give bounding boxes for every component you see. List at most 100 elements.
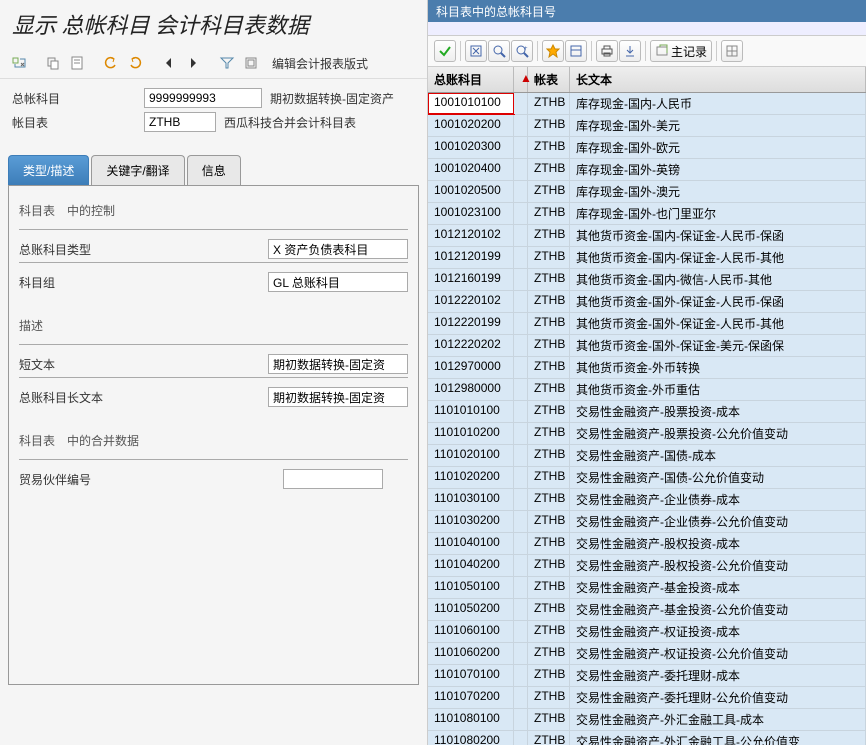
long-input[interactable] bbox=[268, 387, 408, 407]
table-row[interactable]: 1101080200ZTHB交易性金融资产-外汇金融工具-公允价值变 bbox=[428, 731, 866, 745]
cell-chart: ZTHB bbox=[528, 577, 570, 598]
table-row[interactable]: 1012120102ZTHB其他货币资金-国内-保证金-人民币-保函 bbox=[428, 225, 866, 247]
cell-chart: ZTHB bbox=[528, 511, 570, 532]
header-chart[interactable]: 帐表 bbox=[528, 67, 570, 92]
chart-label: 帐目表 bbox=[12, 114, 144, 131]
table-row[interactable]: 1001020300ZTHB库存现金-国外-欧元 bbox=[428, 137, 866, 159]
header-account[interactable]: 总账科目 bbox=[428, 67, 514, 92]
prev-icon[interactable] bbox=[158, 52, 180, 74]
cell-chart: ZTHB bbox=[528, 203, 570, 224]
cell-text: 交易性金融资产-基金投资-公允价值变动 bbox=[570, 599, 866, 620]
table-row[interactable]: 1101060100ZTHB交易性金融资产-权证投资-成本 bbox=[428, 621, 866, 643]
right-toolbar: + 主记录 bbox=[428, 36, 866, 67]
cell-account: 1101060100 bbox=[428, 621, 514, 642]
table-row[interactable]: 1001010100ZTHB库存现金-国内-人民币 bbox=[428, 93, 866, 115]
filter-icon[interactable] bbox=[216, 52, 238, 74]
table-row[interactable]: 1101060200ZTHB交易性金融资产-权证投资-公允价值变动 bbox=[428, 643, 866, 665]
cell-account: 1101070100 bbox=[428, 665, 514, 686]
table-row[interactable]: 1101030100ZTHB交易性金融资产-企业债券-成本 bbox=[428, 489, 866, 511]
table-row[interactable]: 1012220102ZTHB其他货币资金-国外-保证金-人民币-保函 bbox=[428, 291, 866, 313]
toggle-display-icon[interactable] bbox=[8, 52, 30, 74]
table-row[interactable]: 1101050100ZTHB交易性金融资产-基金投资-成本 bbox=[428, 577, 866, 599]
table-row[interactable]: 1001020400ZTHB库存现金-国外-英镑 bbox=[428, 159, 866, 181]
table-row[interactable]: 1012160199 ZTHB其他货币资金-国内-微信-人民币-其他 bbox=[428, 269, 866, 291]
cell-text: 交易性金融资产-股票投资-成本 bbox=[570, 401, 866, 422]
cell-chart: ZTHB bbox=[528, 335, 570, 356]
redo-icon[interactable] bbox=[124, 52, 146, 74]
cell-account: 1012220199 bbox=[428, 313, 514, 334]
cell-account: 1001020500 bbox=[428, 181, 514, 202]
toolbar-link[interactable]: 编辑会计报表版式 bbox=[272, 55, 368, 72]
partner-label: 贸易伙伴编号 bbox=[19, 471, 283, 488]
cell-text: 库存现金-国外-也门里亚尔 bbox=[570, 203, 866, 224]
table-row[interactable]: 1001020500ZTHB库存现金-国外-澳元 bbox=[428, 181, 866, 203]
table-row[interactable]: 1012220202ZTHB其他货币资金-国外-保证金-美元-保函保 bbox=[428, 335, 866, 357]
cell-chart: ZTHB bbox=[528, 247, 570, 268]
settings-icon[interactable] bbox=[240, 52, 262, 74]
short-input[interactable] bbox=[268, 354, 408, 374]
table-row[interactable]: 1101020100ZTHB交易性金融资产-国债-成本 bbox=[428, 445, 866, 467]
cell-account: 1001010100 bbox=[428, 93, 514, 114]
check-icon[interactable] bbox=[434, 40, 456, 62]
cell-account: 1101050200 bbox=[428, 599, 514, 620]
partner-input[interactable] bbox=[283, 469, 383, 489]
find-next-icon[interactable]: + bbox=[511, 40, 533, 62]
chart-input[interactable] bbox=[144, 112, 216, 132]
undo-icon[interactable] bbox=[100, 52, 122, 74]
table-row[interactable]: 1101010200ZTHB交易性金融资产-股票投资-公允价值变动 bbox=[428, 423, 866, 445]
table-row[interactable]: 1012970000ZTHB其他货币资金-外币转换 bbox=[428, 357, 866, 379]
layout-icon[interactable] bbox=[565, 40, 587, 62]
table-row[interactable]: 1101040200ZTHB交易性金融资产-股权投资-公允价值变动 bbox=[428, 555, 866, 577]
table-row[interactable]: 1101010100ZTHB交易性金融资产-股票投资-成本 bbox=[428, 401, 866, 423]
grid[interactable]: 总账科目 ▲ 帐表 长文本 1001010100ZTHB库存现金-国内-人民币1… bbox=[428, 67, 866, 745]
print-icon[interactable] bbox=[596, 40, 618, 62]
tab-type-desc[interactable]: 类型/描述 bbox=[8, 155, 89, 185]
cell-text: 交易性金融资产-股权投资-公允价值变动 bbox=[570, 555, 866, 576]
find-icon[interactable] bbox=[488, 40, 510, 62]
cell-text: 其他货币资金-国内-微信-人民币-其他 bbox=[570, 269, 866, 290]
header-text[interactable]: 长文本 bbox=[570, 67, 866, 92]
right-header: 科目表中的总帐科目号 bbox=[428, 0, 866, 22]
cell-account: 1012220102 bbox=[428, 291, 514, 312]
right-titlebar bbox=[428, 22, 866, 36]
table-row[interactable]: 1012220199ZTHB其他货币资金-国外-保证金-人民币-其他 bbox=[428, 313, 866, 335]
sort-indicator-icon[interactable]: ▲ bbox=[514, 67, 528, 92]
cell-account: 1101040100 bbox=[428, 533, 514, 554]
download-icon[interactable] bbox=[619, 40, 641, 62]
table-row[interactable]: 1001023100ZTHB库存现金-国外-也门里亚尔 bbox=[428, 203, 866, 225]
cell-account: 1101030100 bbox=[428, 489, 514, 510]
table-row[interactable]: 1101070100ZTHB交易性金融资产-委托理财-成本 bbox=[428, 665, 866, 687]
group-input[interactable] bbox=[268, 272, 408, 292]
cancel-icon[interactable] bbox=[465, 40, 487, 62]
copy-icon[interactable] bbox=[42, 52, 64, 74]
type-input[interactable] bbox=[268, 239, 408, 259]
account-input[interactable] bbox=[144, 88, 262, 108]
table-row[interactable]: 1101020200ZTHB交易性金融资产-国债-公允价值变动 bbox=[428, 467, 866, 489]
cell-text: 库存现金-国外-欧元 bbox=[570, 137, 866, 158]
cell-account: 1012980000 bbox=[428, 379, 514, 400]
cell-chart: ZTHB bbox=[528, 533, 570, 554]
tab-info[interactable]: 信息 bbox=[187, 155, 241, 185]
table-row[interactable]: 1001020200ZTHB库存现金-国外-美元 bbox=[428, 115, 866, 137]
cell-chart: ZTHB bbox=[528, 423, 570, 444]
cell-account: 1101080200 bbox=[428, 731, 514, 745]
table-row[interactable]: 1101040100ZTHB交易性金融资产-股权投资-成本 bbox=[428, 533, 866, 555]
cell-text: 交易性金融资产-企业债券-公允价值变动 bbox=[570, 511, 866, 532]
cell-chart: ZTHB bbox=[528, 269, 570, 290]
table-row[interactable]: 1012980000ZTHB其他货币资金-外币重估 bbox=[428, 379, 866, 401]
tab-keyword[interactable]: 关键字/翻译 bbox=[91, 155, 184, 185]
table-row[interactable]: 1101070200ZTHB交易性金融资产-委托理财-公允价值变动 bbox=[428, 687, 866, 709]
table-row[interactable]: 1101080100ZTHB交易性金融资产-外汇金融工具-成本 bbox=[428, 709, 866, 731]
table-row[interactable]: 1101050200ZTHB交易性金融资产-基金投资-公允价值变动 bbox=[428, 599, 866, 621]
cell-chart: ZTHB bbox=[528, 291, 570, 312]
cell-account: 1012120199 bbox=[428, 247, 514, 268]
cell-text: 交易性金融资产-基金投资-成本 bbox=[570, 577, 866, 598]
grid-icon[interactable] bbox=[721, 40, 743, 62]
table-row[interactable]: 1012120199ZTHB其他货币资金-国内-保证金-人民币-其他 bbox=[428, 247, 866, 269]
star-icon[interactable] bbox=[542, 40, 564, 62]
cell-account: 1012160199 bbox=[428, 269, 514, 290]
table-row[interactable]: 1101030200ZTHB交易性金融资产-企业债券-公允价值变动 bbox=[428, 511, 866, 533]
master-record-icon[interactable]: 主记录 bbox=[650, 40, 712, 62]
doc-icon[interactable] bbox=[66, 52, 88, 74]
next-icon[interactable] bbox=[182, 52, 204, 74]
